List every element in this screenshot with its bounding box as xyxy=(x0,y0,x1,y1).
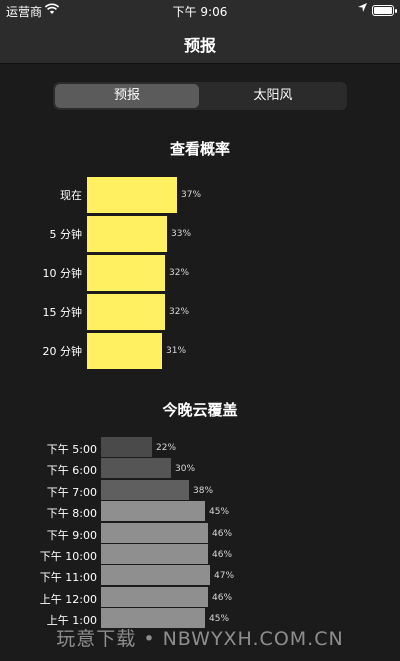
probability-value: 33% xyxy=(171,229,192,239)
cloud-cover-row: 下午 6:00 30% xyxy=(0,458,400,479)
cloud-cover-value: 22% xyxy=(156,443,177,453)
cloud-cover-bar xyxy=(101,458,171,479)
cloud-cover-row-label: 下午 7:00 xyxy=(46,485,97,499)
page-title: 预报 xyxy=(183,36,216,55)
probability-row-label: 10 分钟 xyxy=(42,267,83,280)
segmented-control: 预报 太阳风 xyxy=(53,82,347,110)
cloud-cover-row: 下午 10:00 46% xyxy=(0,544,400,564)
tab-forecast[interactable]: 预报 xyxy=(55,84,199,108)
cloud-cover-value: 46% xyxy=(212,528,233,539)
cloud-cover-value: 46% xyxy=(212,550,233,560)
cloud-cover-bar xyxy=(101,501,205,522)
probability-bar xyxy=(87,216,167,252)
probability-row-label: 现在 xyxy=(60,189,82,202)
cloud-cover-row: 下午 11:00 47% xyxy=(0,565,400,586)
probability-row-label: 15 分钟 xyxy=(42,306,83,319)
cloud-cover-bar xyxy=(101,544,208,564)
probability-row: 现在 37% xyxy=(0,177,400,213)
cloud-cover-row-label: 下午 9:00 xyxy=(46,528,97,542)
probability-bar xyxy=(87,294,165,330)
cloud-cover-value: 45% xyxy=(209,507,230,518)
cloud-cover-value: 45% xyxy=(209,614,230,625)
cloud-cover-value: 47% xyxy=(214,571,235,582)
cloud-cover-row-label: 下午 8:00 xyxy=(46,507,97,521)
cloud-cover-bar xyxy=(101,522,208,543)
cloud-cover-bar xyxy=(101,479,189,500)
cloud-cover-bar xyxy=(101,565,210,586)
cloud-cover-row-label: 上午 12:00 xyxy=(39,592,97,606)
cloud-cover-bar xyxy=(101,586,208,607)
probability-value: 37% xyxy=(181,190,202,200)
cloud-cover-row: 下午 5:00 22% xyxy=(0,437,400,457)
cloud-cover-title: 今晚云覆盖 xyxy=(162,401,238,419)
tab-solar-wind[interactable]: 太阳风 xyxy=(201,84,345,108)
probability-bar xyxy=(87,333,162,369)
probability-bar xyxy=(87,255,165,291)
status-bar: 运营商 下午 9:06 xyxy=(0,0,400,20)
cloud-cover-value: 38% xyxy=(193,485,214,496)
status-time: 下午 9:06 xyxy=(172,5,228,19)
probability-bar xyxy=(87,177,177,213)
probability-row: 15 分钟 32% xyxy=(0,294,400,330)
cloud-cover-row-label: 下午 10:00 xyxy=(39,550,97,563)
probability-value: 32% xyxy=(169,307,190,317)
location-arrow-icon xyxy=(357,2,368,16)
probability-value: 32% xyxy=(169,268,190,278)
probability-row-label: 20 分钟 xyxy=(42,345,83,358)
battery-icon xyxy=(372,5,397,16)
probability-row: 10 分钟 32% xyxy=(0,255,400,291)
cloud-cover-row: 下午 9:00 46% xyxy=(0,522,400,543)
cloud-cover-row-label: 下午 5:00 xyxy=(46,443,97,456)
nav-bar: 预报 xyxy=(0,20,400,64)
cloud-cover-row: 上午 12:00 46% xyxy=(0,586,400,607)
cloud-cover-row: 下午 7:00 38% xyxy=(0,479,400,500)
cloud-cover-bar xyxy=(101,437,152,457)
cloud-cover-row-label: 下午 11:00 xyxy=(39,571,97,585)
cloud-cover-value: 46% xyxy=(212,592,233,603)
probability-title: 查看概率 xyxy=(169,140,230,158)
probability-row: 20 分钟 31% xyxy=(0,333,400,369)
cloud-cover-value: 30% xyxy=(175,464,196,475)
probability-row-label: 5 分钟 xyxy=(49,228,83,241)
watermark: 玩意下载 • NBWYXH.COM.CN xyxy=(56,628,344,650)
cloud-cover-row-label: 下午 6:00 xyxy=(46,464,97,478)
cloud-cover-row: 下午 8:00 45% xyxy=(0,501,400,522)
probability-value: 31% xyxy=(166,346,187,356)
probability-row: 5 分钟 33% xyxy=(0,216,400,252)
